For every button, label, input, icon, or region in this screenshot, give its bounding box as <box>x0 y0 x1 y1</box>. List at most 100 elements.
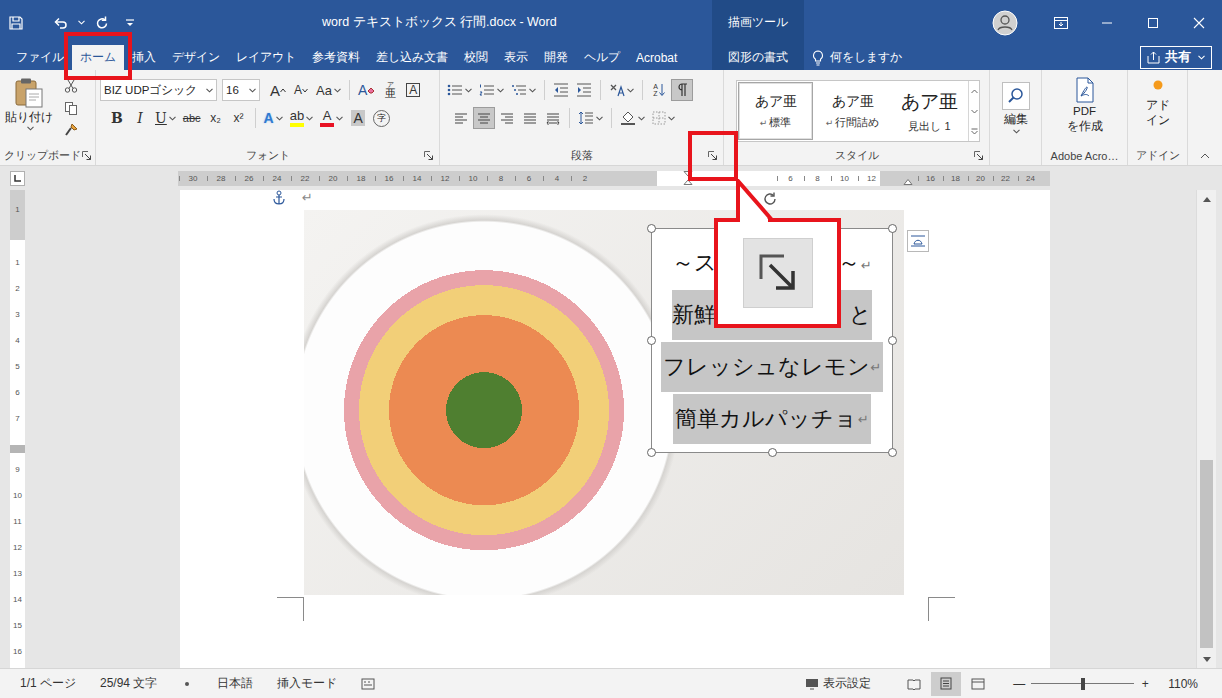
font-size[interactable]: 16 <box>226 84 239 96</box>
bold-glyph[interactable]: B <box>111 111 123 125</box>
right-indent-marker-icon[interactable] <box>901 171 915 185</box>
ribbon-tab[interactable]: 図形の書式 <box>720 45 796 70</box>
style-sample[interactable]: あア亜 <box>755 93 797 111</box>
down-arrow-icon[interactable] <box>971 109 978 114</box>
maximize-icon[interactable] <box>1147 17 1159 29</box>
dialog-launcher-icon[interactable] <box>424 151 434 161</box>
indent-marker-icon[interactable] <box>681 171 695 185</box>
highlight-button[interactable]: ab <box>287 107 316 129</box>
insert-mode[interactable]: 挿入モード <box>277 675 337 692</box>
lightbulb-icon[interactable] <box>812 50 824 66</box>
scroll-up-button[interactable] <box>1197 190 1216 208</box>
undo-dropdown[interactable] <box>74 20 86 25</box>
clear-button[interactable]: A <box>355 79 378 101</box>
minimize-icon[interactable] <box>1101 17 1113 29</box>
asian-layout-button[interactable] <box>606 79 637 101</box>
format-painter-button[interactable] <box>60 119 82 141</box>
save-icon[interactable] <box>8 15 24 31</box>
line-text[interactable]: 簡単カルパッチョ↵ <box>673 394 871 444</box>
magnifier-icon[interactable] <box>1007 87 1025 105</box>
enclose-button[interactable]: 字 <box>370 107 393 129</box>
ribbon-tab[interactable]: 表示 <box>496 45 536 70</box>
dialog-launcher-icon[interactable] <box>974 151 984 161</box>
gallery-down-button[interactable] <box>969 101 979 121</box>
print-layout-icon[interactable] <box>940 677 952 690</box>
close-button[interactable] <box>1176 0 1222 45</box>
editing-button[interactable]: 編集 <box>1002 78 1030 134</box>
bullets-icon[interactable] <box>447 83 463 97</box>
style-name[interactable]: ↵標準 <box>760 115 792 130</box>
font-name-box[interactable]: BIZ UDPゴシック <box>100 79 217 101</box>
dropdown-arrow-icon[interactable] <box>1013 129 1020 134</box>
scroll-up-icon[interactable] <box>1203 197 1211 202</box>
distribute-button[interactable] <box>542 107 564 129</box>
ribbon-tab[interactable]: 校閲 <box>456 45 496 70</box>
vertical-ruler[interactable]: 1 1234567 910111213141516 <box>10 190 25 668</box>
case-button[interactable]: Aa <box>313 79 344 101</box>
document-page[interactable]: ↵ ～ス～↵新鮮とフレッシュなレモン↵簡単カルパッチョ↵ <box>180 190 1050 668</box>
clear-glyph[interactable]: A <box>358 83 367 97</box>
zoom-in-button[interactable]: + <box>1140 677 1150 691</box>
line-text[interactable]: フレッシュなレモン↵ <box>661 342 884 392</box>
save-button[interactable] <box>2 9 30 37</box>
undo-button[interactable] <box>46 9 74 37</box>
dropdown-arrow-icon[interactable] <box>497 88 504 93</box>
dialog-launcher-icon[interactable] <box>708 151 718 161</box>
dropdown-arrow-icon[interactable] <box>529 88 536 93</box>
underline-glyph[interactable]: U <box>155 111 167 125</box>
paste-label[interactable]: 貼り付け <box>5 110 53 125</box>
line-text-end[interactable]: と <box>849 300 872 330</box>
dropdown-arrow-icon[interactable] <box>668 116 675 121</box>
create-pdf-icon[interactable] <box>1073 77 1097 103</box>
text-box-line[interactable]: 簡単カルパッチョ↵ <box>652 393 892 445</box>
enclose-glyph[interactable]: 字 <box>373 110 390 127</box>
align-left-button[interactable] <box>450 107 472 129</box>
borders-button[interactable] <box>649 107 678 129</box>
align-center-icon[interactable] <box>476 111 492 125</box>
dropdown-arrow-icon[interactable] <box>627 88 634 93</box>
horizontal-ruler[interactable]: 30282624222018161412108642 681012 161820… <box>178 171 1050 186</box>
justify-icon[interactable] <box>522 111 538 125</box>
dropdown-arrow-icon[interactable] <box>206 88 213 93</box>
style-name[interactable]: ↵行間詰め <box>826 115 880 130</box>
customize-icon[interactable] <box>124 17 136 29</box>
resize-handle[interactable] <box>888 448 897 457</box>
asian-layout-icon[interactable] <box>609 83 625 97</box>
display-settings[interactable]: 表示設定 <box>805 675 871 692</box>
sup-glyph[interactable]: x² <box>234 112 244 124</box>
scissors-icon[interactable] <box>64 79 78 93</box>
left-tab-icon[interactable] <box>13 174 22 183</box>
sort-button[interactable]: AZ <box>648 79 670 101</box>
line-spacing-icon[interactable] <box>578 111 594 125</box>
page-count[interactable]: 1/1 ページ <box>20 675 76 692</box>
align-right-icon[interactable] <box>499 111 515 125</box>
layout-options-button[interactable] <box>907 230 929 252</box>
dropdown-arrow-icon[interactable] <box>27 126 34 131</box>
align-center-button[interactable] <box>473 107 495 129</box>
addin-dot-icon[interactable] <box>1151 77 1165 97</box>
caret-up-icon[interactable] <box>280 88 286 93</box>
font-name[interactable]: BIZ UDPゴシック <box>104 83 197 98</box>
font-color-glyph[interactable]: A <box>323 109 332 122</box>
dialog-launcher-icon[interactable] <box>82 151 92 161</box>
create-pdf-button[interactable]: PDFを作成 <box>1067 73 1103 146</box>
style-sample[interactable]: あア亜 <box>901 89 958 115</box>
display-settings-icon[interactable] <box>805 678 819 690</box>
proofing-icon[interactable] <box>181 678 193 690</box>
more-icon[interactable] <box>971 128 978 135</box>
create-pdf-label[interactable]: を作成 <box>1067 120 1103 133</box>
view-mode-button[interactable] <box>899 672 929 696</box>
tell-me-search[interactable]: 何をしますか <box>812 49 902 66</box>
shading-button[interactable]: A <box>347 107 369 129</box>
copy-icon[interactable] <box>64 101 78 115</box>
resize-handle[interactable] <box>647 448 656 457</box>
border-glyph[interactable]: A <box>406 83 420 97</box>
strike-glyph[interactable]: abc <box>183 113 201 124</box>
rotate-handle-icon[interactable] <box>762 191 778 207</box>
dropdown-arrow-icon[interactable] <box>249 88 256 93</box>
web-layout-icon[interactable] <box>971 678 985 690</box>
ribbon-tab[interactable]: 差し込み文書 <box>368 45 456 70</box>
resize-handle[interactable] <box>647 336 656 345</box>
align-right-button[interactable] <box>496 107 518 129</box>
numbering-button[interactable] <box>476 79 507 101</box>
